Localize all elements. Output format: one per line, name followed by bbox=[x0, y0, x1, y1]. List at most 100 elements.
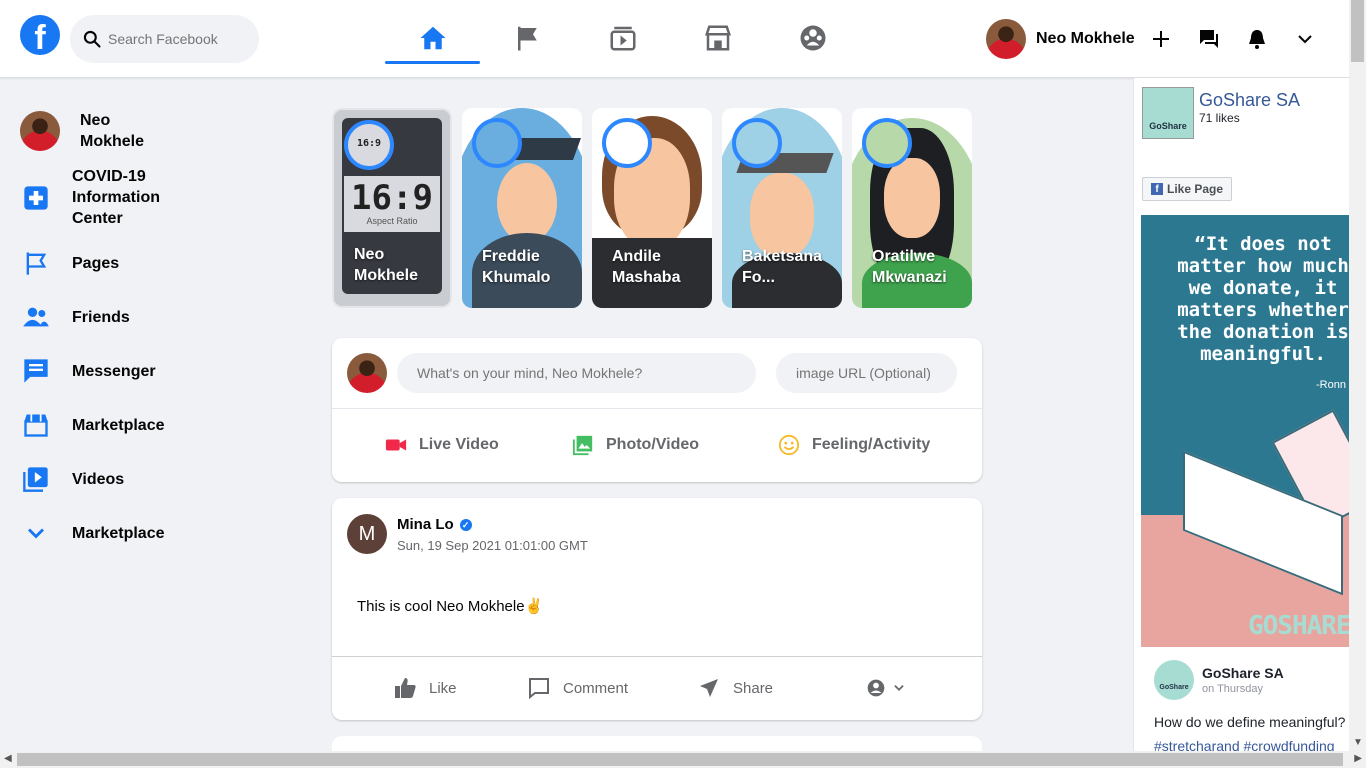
chevron-down-icon bbox=[894, 685, 904, 691]
sidebar-item-covid[interactable]: COVID-19 Information Center bbox=[20, 166, 240, 229]
post-text: This is cool Neo Mokhele✌ bbox=[357, 598, 544, 615]
story-card[interactable]: Oratilwe Mkwanazi bbox=[852, 108, 972, 308]
chevron-down-icon bbox=[27, 528, 45, 539]
page-post-time[interactable]: on Thursday bbox=[1202, 683, 1263, 695]
thumbs-up-icon bbox=[395, 678, 416, 698]
tab-watch[interactable] bbox=[575, 14, 670, 62]
video-icon bbox=[23, 467, 48, 492]
page-plugin-widget: GoShare GoShare SA 71 likes f Like Page … bbox=[1133, 78, 1349, 751]
sidebar-item-see-more[interactable]: Marketplace bbox=[20, 517, 240, 549]
bell-icon bbox=[1249, 30, 1265, 49]
search-icon bbox=[83, 30, 101, 48]
page-post-hashtags[interactable]: #stretcharand #crowdfunding bbox=[1154, 738, 1335, 751]
tab-home[interactable] bbox=[385, 14, 480, 64]
page-avatar[interactable]: GoShare bbox=[1154, 660, 1194, 700]
page-logo[interactable]: GoShare bbox=[1142, 87, 1194, 139]
like-button[interactable]: Like bbox=[393, 676, 457, 700]
account-circle-icon bbox=[867, 679, 885, 697]
live-video-icon bbox=[385, 439, 407, 451]
live-video-button[interactable]: Live Video bbox=[385, 434, 499, 456]
story-card[interactable]: 16:9 Aspect Ratio 16:9 Neo Mokhele bbox=[332, 108, 452, 308]
story-avatar bbox=[602, 118, 652, 168]
create-button[interactable] bbox=[1146, 24, 1176, 54]
stories-row: 16:9 Aspect Ratio 16:9 Neo Mokhele Fredd… bbox=[332, 108, 972, 308]
feed-post: M Mina Lo ✓ Sun, 19 Sep 2021 01:01:00 GM… bbox=[332, 498, 982, 720]
chevron-down-icon bbox=[1298, 35, 1312, 44]
comment-icon bbox=[529, 678, 549, 700]
tab-marketplace[interactable] bbox=[670, 14, 765, 62]
story-avatar bbox=[472, 118, 522, 168]
post-composer: Live Video Photo/Video Feeling/Activity bbox=[332, 338, 982, 482]
tab-pages[interactable] bbox=[480, 14, 575, 62]
like-page-button[interactable]: f Like Page bbox=[1142, 177, 1233, 201]
sidebar-item-videos[interactable]: Videos bbox=[20, 463, 240, 495]
story-avatar bbox=[862, 118, 912, 168]
horizontal-scrollbar[interactable]: ◀ ▶ bbox=[0, 751, 1366, 768]
sidebar-item-profile[interactable]: Neo Mokhele bbox=[20, 110, 240, 152]
groups-icon bbox=[800, 25, 825, 51]
sidebar-item-messenger[interactable]: Messenger bbox=[20, 355, 240, 387]
vertical-scrollbar[interactable]: ▼ bbox=[1349, 0, 1366, 751]
status-input[interactable] bbox=[397, 353, 756, 393]
story-card[interactable]: Freddie Khumalo bbox=[462, 108, 582, 308]
audience-selector[interactable] bbox=[866, 678, 906, 698]
scroll-down-arrow-icon[interactable]: ▼ bbox=[1353, 737, 1363, 748]
profile-name: Neo Mokhele bbox=[1036, 30, 1135, 47]
sidebar-item-label: Pages bbox=[72, 254, 120, 272]
store-icon bbox=[24, 414, 48, 437]
comment-button[interactable]: Comment bbox=[527, 676, 628, 700]
story-card[interactable]: Baketsana Fo... bbox=[722, 108, 842, 308]
sidebar-item-label: Friends bbox=[72, 308, 130, 326]
divider bbox=[332, 656, 982, 657]
story-name: Andile Mashaba bbox=[612, 248, 681, 286]
scrollbar-thumb[interactable] bbox=[1351, 0, 1364, 62]
store-icon bbox=[704, 25, 731, 51]
photo-video-button[interactable]: Photo/Video bbox=[572, 434, 699, 456]
share-button[interactable]: Share bbox=[697, 676, 773, 700]
author-avatar[interactable]: M bbox=[347, 514, 387, 554]
plus-cross-icon bbox=[24, 185, 48, 210]
sidebar-item-pages[interactable]: Pages bbox=[20, 247, 240, 279]
search-input[interactable] bbox=[108, 31, 248, 47]
quote-text: “It does not matter how much we donate, … bbox=[1177, 233, 1349, 365]
story-graphic bbox=[497, 163, 557, 243]
photo-icon bbox=[572, 435, 593, 456]
facebook-logo[interactable]: f bbox=[20, 15, 60, 55]
tab-groups[interactable] bbox=[765, 14, 860, 62]
post-author[interactable]: Mina Lo ✓ bbox=[397, 516, 472, 533]
avatar bbox=[20, 111, 60, 151]
brand-watermark: GOSHARE bbox=[1248, 611, 1349, 641]
story-card[interactable]: Andile Mashaba bbox=[592, 108, 712, 308]
sidebar-item-label: Marketplace bbox=[72, 524, 165, 542]
profile-chip[interactable]: Neo Mokhele bbox=[986, 19, 1135, 59]
sidebar-item-label: Marketplace bbox=[72, 416, 165, 434]
messenger-button[interactable] bbox=[1194, 24, 1224, 54]
sidebar-item-label: COVID-19 Information Center bbox=[72, 168, 160, 227]
story-avatar: 16:9 bbox=[344, 120, 394, 170]
smiley-icon bbox=[778, 434, 800, 456]
page-post-image[interactable]: “It does not matter how much we donate, … bbox=[1141, 215, 1349, 647]
story-graphic-text: 16:9 bbox=[351, 178, 433, 218]
scroll-right-arrow-icon[interactable]: ▶ bbox=[1354, 753, 1362, 764]
quote-author: -Ronn bbox=[1316, 379, 1346, 391]
sidebar-item-friends[interactable]: Friends bbox=[20, 301, 240, 333]
scrollbar-thumb[interactable] bbox=[17, 753, 1343, 766]
page-post-author[interactable]: GoShare SA bbox=[1202, 665, 1284, 681]
friends-icon bbox=[23, 307, 49, 327]
page-likes-count: 71 likes bbox=[1199, 111, 1240, 125]
share-icon bbox=[700, 679, 718, 697]
sidebar-item-label: Videos bbox=[72, 470, 125, 488]
page-name-link[interactable]: GoShare SA bbox=[1199, 90, 1300, 111]
chat-icon bbox=[1200, 30, 1218, 48]
notifications-button[interactable] bbox=[1242, 24, 1272, 54]
image-url-input[interactable] bbox=[776, 353, 957, 393]
page-post-text: How do we define meaningful? bbox=[1154, 714, 1346, 730]
scroll-left-arrow-icon[interactable]: ◀ bbox=[4, 753, 12, 764]
top-navigation-bar: f Neo Mokhele bbox=[0, 0, 1349, 78]
home-icon bbox=[420, 26, 445, 50]
feeling-activity-button[interactable]: Feeling/Activity bbox=[778, 434, 930, 456]
account-menu-button[interactable] bbox=[1290, 24, 1320, 54]
search-box[interactable] bbox=[70, 15, 259, 63]
sidebar-item-marketplace[interactable]: Marketplace bbox=[20, 409, 240, 441]
post-timestamp[interactable]: Sun, 19 Sep 2021 01:01:00 GMT bbox=[397, 538, 588, 553]
